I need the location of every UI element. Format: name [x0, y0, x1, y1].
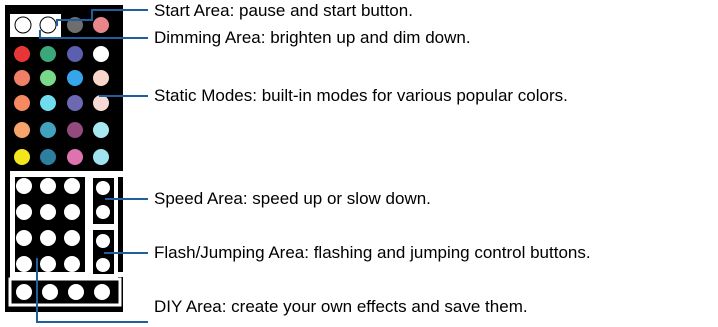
static-mode-button[interactable]: [40, 122, 56, 138]
diy-save-button[interactable]: [16, 284, 32, 300]
diy-button[interactable]: [40, 204, 56, 220]
start-button-pause[interactable]: [14, 16, 32, 34]
static-mode-button[interactable]: [14, 70, 30, 86]
label-flash-area: Flash/Jumping Area: flashing and jumping…: [154, 243, 591, 262]
static-mode-button[interactable]: [40, 70, 56, 86]
diy-save-button[interactable]: [42, 284, 58, 300]
static-mode-button[interactable]: [93, 122, 109, 138]
diy-button[interactable]: [64, 256, 80, 272]
static-mode-button[interactable]: [67, 46, 83, 62]
remote-diagram: Start Area: pause and start button. Dimm…: [0, 0, 718, 327]
speed-button[interactable]: [96, 181, 110, 195]
diy-button[interactable]: [16, 256, 32, 272]
diy-button[interactable]: [16, 178, 32, 194]
label-dimming-area: Dimming Area: brighten up and dim down.: [154, 28, 471, 47]
static-mode-button[interactable]: [14, 122, 30, 138]
label-static-modes: Static Modes: built-in modes for various…: [154, 86, 568, 105]
static-mode-button[interactable]: [67, 149, 83, 165]
static-mode-button[interactable]: [93, 149, 109, 165]
diy-button[interactable]: [64, 178, 80, 194]
static-mode-button[interactable]: [67, 70, 83, 86]
static-mode-button[interactable]: [14, 95, 30, 111]
diy-save-button[interactable]: [68, 284, 84, 300]
static-mode-button[interactable]: [40, 149, 56, 165]
label-speed-area: Speed Area: speed up or slow down.: [154, 189, 431, 208]
flash-button[interactable]: [96, 258, 110, 272]
static-mode-button[interactable]: [93, 95, 109, 111]
diy-button[interactable]: [64, 230, 80, 246]
static-mode-button[interactable]: [14, 149, 30, 165]
static-mode-button[interactable]: [67, 95, 83, 111]
static-mode-button[interactable]: [14, 46, 30, 62]
static-mode-button[interactable]: [93, 70, 109, 86]
diy-button[interactable]: [40, 230, 56, 246]
start-button-pink[interactable]: [93, 17, 109, 33]
diy-button[interactable]: [64, 204, 80, 220]
static-mode-button[interactable]: [40, 95, 56, 111]
diy-save-button[interactable]: [94, 284, 110, 300]
start-button-start[interactable]: [39, 16, 57, 34]
label-diy-area: DIY Area: create your own effects and sa…: [154, 297, 528, 316]
label-start-area: Start Area: pause and start button.: [154, 1, 413, 20]
diy-button[interactable]: [40, 256, 56, 272]
static-mode-button[interactable]: [40, 46, 56, 62]
static-mode-button[interactable]: [93, 46, 109, 62]
diy-button[interactable]: [16, 204, 32, 220]
flash-button[interactable]: [96, 234, 110, 248]
static-mode-button[interactable]: [67, 122, 83, 138]
speed-button[interactable]: [96, 205, 110, 219]
remote-illustration: [5, 5, 148, 323]
diy-button[interactable]: [16, 230, 32, 246]
diy-button[interactable]: [40, 178, 56, 194]
